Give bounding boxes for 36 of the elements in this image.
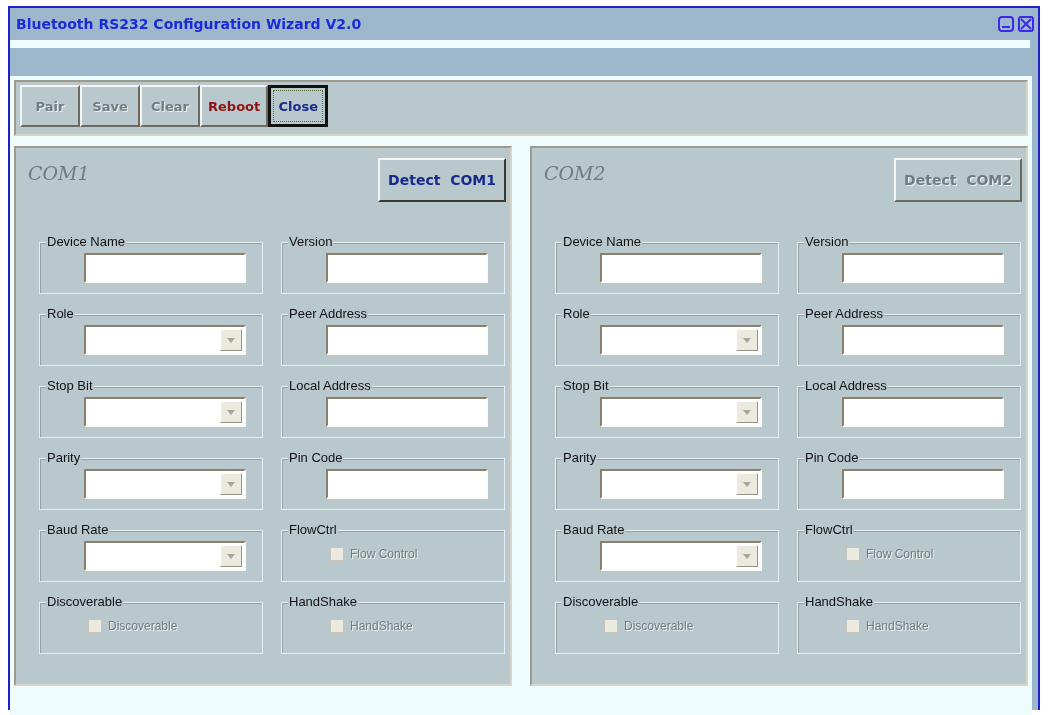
text-field[interactable] — [842, 397, 1004, 427]
checkbox-label: Discoverable — [624, 619, 694, 633]
toolbar-button[interactable]: Close — [268, 85, 329, 127]
dropdown-field[interactable] — [84, 397, 246, 427]
dropdown-field[interactable] — [600, 541, 762, 571]
dropdown-field[interactable] — [600, 325, 762, 355]
group-label: Parity — [562, 450, 598, 466]
panel-title: COM1 — [28, 162, 90, 184]
text-field[interactable] — [326, 253, 488, 283]
text-field[interactable] — [842, 253, 1004, 283]
checkbox-label: HandShake — [866, 619, 929, 633]
checkbox-label: Flow Control — [866, 547, 934, 561]
group-label: Parity — [46, 450, 82, 466]
panel-title: COM2 — [544, 162, 606, 184]
detect-button[interactable]: Detect COM1 — [378, 158, 506, 202]
dropdown-field[interactable] — [84, 541, 246, 571]
text-field[interactable] — [84, 253, 246, 283]
dropdown-field[interactable] — [600, 397, 762, 427]
group-label: Stop Bit — [562, 378, 610, 394]
checkbox-label: Flow Control — [350, 547, 418, 561]
group-label: Stop Bit — [46, 378, 94, 394]
checkbox-label: HandShake — [350, 619, 413, 633]
toolbar-button[interactable]: Reboot — [200, 85, 269, 127]
text-field[interactable] — [326, 397, 488, 427]
dropdown-field[interactable] — [600, 469, 762, 499]
text-field[interactable] — [326, 325, 488, 355]
checkbox-label: Discoverable — [108, 619, 178, 633]
close-icon[interactable] — [1018, 16, 1034, 32]
text-field[interactable] — [842, 325, 1004, 355]
dropdown-field[interactable] — [84, 325, 246, 355]
text-field[interactable] — [600, 253, 762, 283]
text-field[interactable] — [326, 469, 488, 499]
text-field[interactable] — [842, 469, 1004, 499]
dropdown-field[interactable] — [84, 469, 246, 499]
minimize-icon[interactable] — [998, 16, 1014, 32]
window-title: Bluetooth RS232 Configuration Wizard V2.0 — [16, 16, 363, 32]
